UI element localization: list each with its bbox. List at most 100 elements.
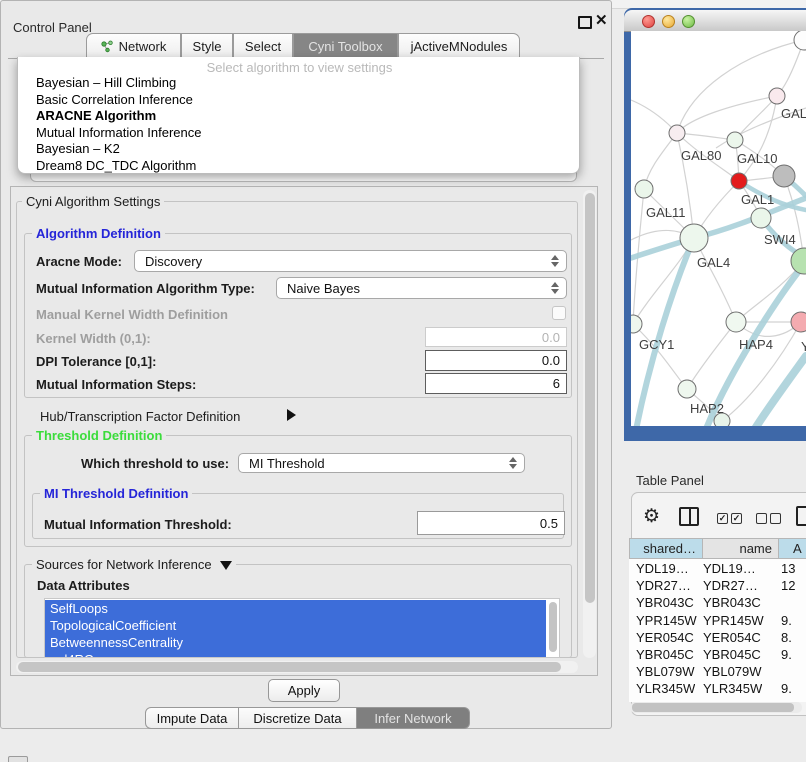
table-body[interactable]: YDL19… YDL19… 13 YDR27… YDR27… 12 YBR043C YBR04… xyxy=(629,559,806,702)
aracne-mode-label: Aracne Mode: xyxy=(36,254,122,269)
bottom-tab-impute-data[interactable]: Impute Data xyxy=(145,707,239,729)
attribute-list-item[interactable]: SelfLoops xyxy=(45,600,546,617)
network-node[interactable] xyxy=(791,312,806,332)
network-node[interactable] xyxy=(669,125,685,141)
network-node-label: HAP4 xyxy=(739,337,773,352)
deselect-all-checks-icon[interactable] xyxy=(756,513,781,524)
bottom-tab-infer-network[interactable]: Infer Network xyxy=(357,707,470,729)
list-scrollbar-thumb[interactable] xyxy=(549,602,557,652)
zoom-traffic-light[interactable] xyxy=(682,15,695,28)
tab-style[interactable]: Style xyxy=(181,33,233,58)
minimize-traffic-light[interactable] xyxy=(662,15,675,28)
network-node[interactable] xyxy=(635,180,653,198)
table-cell[interactable]: 12 xyxy=(781,578,795,595)
table-cell[interactable]: YBR043C xyxy=(703,595,761,612)
bottom-corner-button[interactable] xyxy=(8,756,28,762)
table-cell[interactable]: 13 xyxy=(781,561,795,578)
bottom-tab-discretize-data[interactable]: Discretize Data xyxy=(239,707,357,729)
column-header-shared[interactable]: shared… xyxy=(629,538,703,559)
table-cell[interactable]: YBR045C xyxy=(703,647,761,664)
table-horizontal-scrollbar-thumb[interactable] xyxy=(632,703,794,712)
table-cell[interactable]: YDL19… xyxy=(703,561,756,578)
network-node[interactable] xyxy=(773,165,795,187)
table-cell[interactable]: YPR145W xyxy=(703,613,764,630)
network-node[interactable] xyxy=(731,173,747,189)
gear-icon[interactable]: ⚙ xyxy=(643,505,660,528)
spinner-arrows-icon xyxy=(551,255,559,267)
table-cell[interactable]: YER054C xyxy=(636,630,694,647)
manual-kernel-width-label: Manual Kernel Width Definition xyxy=(36,307,228,322)
column-header-name[interactable]: name xyxy=(703,538,779,559)
table-cell[interactable]: YDL19… xyxy=(636,561,689,578)
network-node[interactable] xyxy=(794,31,806,50)
manual-kernel-width-checkbox[interactable] xyxy=(552,306,566,320)
table-cell[interactable]: 9. xyxy=(781,613,792,630)
mi-steps-label: Mutual Information Steps: xyxy=(36,377,196,392)
network-node[interactable] xyxy=(727,132,743,148)
page-icon[interactable] xyxy=(796,506,806,526)
table-cell[interactable]: 9. xyxy=(781,647,792,664)
which-threshold-combo[interactable]: MI Threshold xyxy=(238,453,525,473)
network-node[interactable] xyxy=(631,315,642,333)
select-all-checks-icon[interactable]: ✓✓ xyxy=(717,513,742,524)
columns-icon[interactable] xyxy=(679,507,699,526)
table-cell[interactable]: 8. xyxy=(781,630,792,647)
network-node[interactable] xyxy=(678,380,696,398)
table-cell[interactable]: YBL079W xyxy=(636,664,695,681)
network-node-label: SWI4 xyxy=(764,232,796,247)
dpi-tolerance-field[interactable]: 0.0 xyxy=(425,350,567,371)
network-node[interactable] xyxy=(751,208,771,228)
mi-threshold-field[interactable]: 0.5 xyxy=(417,511,565,535)
dropdown-item[interactable]: Dream8 DC_TDC Algorithm xyxy=(36,158,196,174)
table-cell[interactable]: YBL079W xyxy=(703,664,762,681)
dropdown-item[interactable]: Mutual Information Inference xyxy=(36,125,201,141)
table-cell[interactable]: YER054C xyxy=(703,630,761,647)
collapse-down-icon[interactable] xyxy=(220,561,232,570)
close-traffic-light[interactable] xyxy=(642,15,655,28)
data-attributes-list[interactable]: gal4RGexpBetweennessCentralityTopologica… xyxy=(44,598,560,658)
dropdown-item[interactable]: Basic Correlation Inference xyxy=(36,92,193,108)
kernel-width-field[interactable]: 0.0 xyxy=(425,327,567,347)
attribute-list-item[interactable]: gal4RGexp xyxy=(45,651,546,658)
discretize-data-label: Discretize Data xyxy=(253,711,341,726)
dropdown-item[interactable]: Bayesian – K2 xyxy=(36,141,120,157)
table-cell[interactable]: YPR145W xyxy=(636,613,697,630)
network-node[interactable] xyxy=(680,224,708,252)
mi-steps-field[interactable]: 6 xyxy=(425,373,567,394)
apply-button[interactable]: Apply xyxy=(268,679,340,702)
network-node[interactable] xyxy=(769,88,785,104)
float-window-button[interactable] xyxy=(578,16,592,29)
table-cell[interactable]: 9. xyxy=(781,681,792,698)
close-window-button[interactable]: ✕ xyxy=(595,11,608,29)
settings-vertical-scrollbar-thumb[interactable] xyxy=(585,193,595,603)
tab-select[interactable]: Select xyxy=(233,33,293,58)
name-header-label: name xyxy=(739,541,772,556)
which-threshold-value: MI Threshold xyxy=(249,456,325,471)
settings-horizontal-scrollbar-thumb[interactable] xyxy=(18,662,561,672)
dropdown-item[interactable]: Bayesian – Hill Climbing xyxy=(36,75,176,91)
attribute-list-item[interactable]: TopologicalCoefficient xyxy=(45,617,546,634)
tab-network[interactable]: Network xyxy=(86,33,181,58)
table-cell[interactable]: YLR345W xyxy=(703,681,762,698)
column-header-next[interactable]: A xyxy=(779,538,806,559)
attribute-list-item[interactable]: BetweennessCentrality xyxy=(45,634,546,651)
network-canvas[interactable]: GALGAL80GAL10GAL1SWI4GAL11GAL4GCY1HAP4YH… xyxy=(631,31,806,426)
aracne-mode-combo[interactable]: Discovery xyxy=(134,250,567,272)
sources-group-title: Sources for Network Inference xyxy=(32,557,236,572)
table-cell[interactable]: YLR345W xyxy=(636,681,695,698)
table-cell[interactable]: YDR27… xyxy=(636,578,691,595)
network-edge-thick xyxy=(753,356,806,426)
algorithm-definition-title: Algorithm Definition xyxy=(32,226,165,241)
table-cell[interactable]: YDR27… xyxy=(703,578,758,595)
table-cell[interactable]: YBR045C xyxy=(636,647,694,664)
network-node-label: HAP2 xyxy=(690,401,724,416)
dropdown-item[interactable]: ARACNE Algorithm xyxy=(36,108,156,124)
network-node-label: GCY1 xyxy=(639,337,674,352)
tab-jactivemnodules[interactable]: jActiveMNodules xyxy=(398,33,520,58)
mi-algorithm-type-combo[interactable]: Naive Bayes xyxy=(276,277,567,299)
tab-cyni-toolbox[interactable]: Cyni Toolbox xyxy=(293,33,398,58)
spinner-arrows-icon xyxy=(551,282,559,294)
expand-right-icon[interactable] xyxy=(287,409,296,424)
network-node[interactable] xyxy=(726,312,746,332)
table-cell[interactable]: YBR043C xyxy=(636,595,694,612)
